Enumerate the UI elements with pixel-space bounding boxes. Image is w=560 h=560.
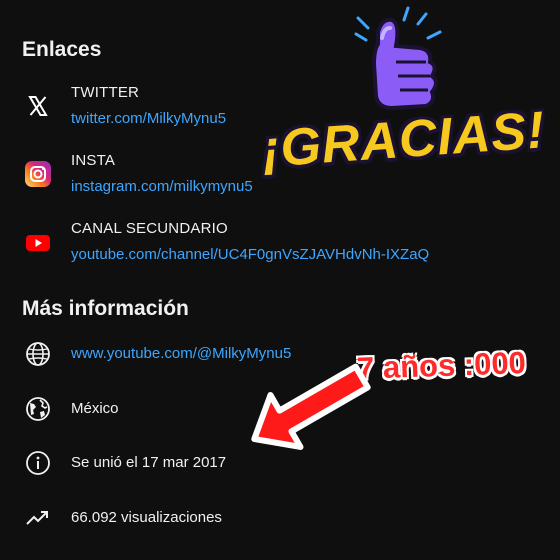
- link-url[interactable]: youtube.com/channel/UC4F0gnVsZJAVHdvNh-I…: [71, 246, 429, 263]
- links-section-title: Enlaces: [22, 38, 102, 61]
- joined-date-text: Se unió el 17 mar 2017: [71, 454, 227, 471]
- info-icon: [26, 451, 50, 475]
- globe-icon: [26, 342, 50, 366]
- link-title: CANAL SECUNDARIO: [71, 220, 228, 237]
- views-count-text: 66.092 visualizaciones: [71, 509, 222, 526]
- info-row-views: 66.092 visualizaciones: [22, 503, 362, 535]
- x-twitter-icon: [24, 92, 52, 120]
- red-arrow-icon: [251, 363, 371, 450]
- link-url[interactable]: instagram.com/milkymynu5: [71, 178, 253, 195]
- country-text: México: [71, 400, 119, 417]
- instagram-icon: [25, 161, 51, 187]
- trending-up-icon: [26, 511, 48, 525]
- link-url[interactable]: twitter.com/MilkyMynu5: [71, 110, 226, 127]
- years-annotation: 7 años :000: [356, 345, 527, 386]
- link-item-secondary-channel[interactable]: CANAL SECUNDARIO youtube.com/channel/UC4…: [22, 220, 522, 276]
- link-title: INSTA: [71, 152, 116, 169]
- earth-icon: [26, 397, 50, 421]
- link-title: TWITTER: [71, 84, 140, 101]
- more-info-section-title: Más información: [22, 297, 189, 320]
- youtube-icon: [26, 235, 50, 251]
